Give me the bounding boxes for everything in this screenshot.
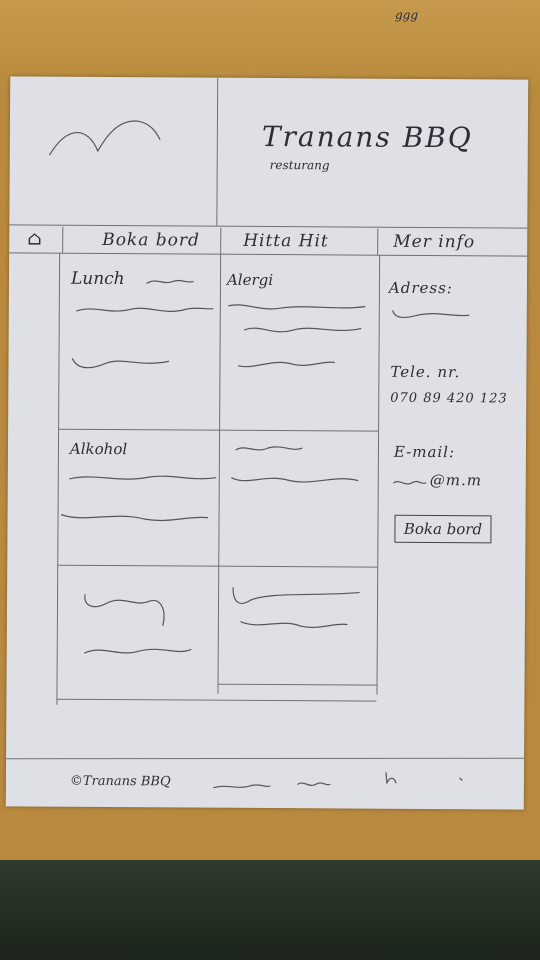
row3-right-scribble-1 bbox=[232, 587, 360, 604]
lunch-text-scribble-2 bbox=[71, 358, 170, 369]
floor bbox=[0, 860, 540, 960]
nav-divider-3 bbox=[377, 228, 379, 255]
address-scribble bbox=[392, 310, 470, 319]
nav-top-line bbox=[9, 224, 528, 229]
site-subtitle: resturang bbox=[269, 158, 330, 173]
book-table-button[interactable]: Boka bord bbox=[394, 514, 492, 544]
row3-left-scribble-2 bbox=[84, 648, 192, 654]
lunch-title-scribble bbox=[146, 279, 194, 284]
footer-line bbox=[6, 757, 525, 760]
grid-left-edge bbox=[56, 252, 61, 705]
logo-scribble bbox=[49, 120, 161, 156]
nav-mer-info[interactable]: Mer info bbox=[393, 232, 475, 253]
nav-divider-1 bbox=[62, 226, 64, 253]
site-title: Tranans BBQ bbox=[261, 119, 473, 155]
row3-right-scribble-2 bbox=[240, 621, 348, 628]
nav-divider-2 bbox=[220, 227, 222, 254]
allergy-text-scribble-3 bbox=[237, 361, 336, 368]
phone-value: 070 89 420 123 bbox=[390, 390, 508, 407]
address-label: Adress: bbox=[388, 278, 453, 298]
email-value: @m.m bbox=[429, 470, 483, 490]
wireframe-sheet: Tranans BBQ resturang ⌂ Boka bord Hitta … bbox=[5, 76, 529, 810]
grid-bottom-line-right bbox=[217, 683, 378, 686]
footer-scribble-4 bbox=[459, 777, 463, 781]
allergy-title: Alergi bbox=[226, 270, 274, 290]
row2-right-scribble-1 bbox=[235, 446, 303, 451]
footer-scribble-1 bbox=[213, 784, 271, 789]
row2-right-scribble-2 bbox=[231, 477, 359, 483]
header-divider bbox=[216, 77, 219, 226]
footer-scribble-3 bbox=[385, 772, 397, 785]
grid-right-edge bbox=[376, 254, 381, 695]
phone-label: Tele. nr. bbox=[390, 362, 461, 382]
alcohol-text-scribble-1 bbox=[69, 475, 217, 480]
lunch-text-scribble-1 bbox=[76, 307, 214, 312]
allergy-text-scribble-2 bbox=[244, 327, 362, 333]
lunch-title: Lunch bbox=[70, 268, 125, 290]
desk-mark: ggg bbox=[395, 8, 419, 22]
footer-copyright: ©Tranans BBQ bbox=[69, 773, 171, 790]
grid-mid-line bbox=[217, 253, 222, 694]
email-user-scribble bbox=[393, 480, 427, 485]
nav-bottom-line bbox=[9, 252, 528, 257]
grid-bottom-line bbox=[56, 698, 377, 702]
nav-hitta-hit[interactable]: Hitta Hit bbox=[243, 231, 329, 252]
grid-row-line-1 bbox=[58, 428, 379, 432]
home-icon[interactable]: ⌂ bbox=[27, 228, 42, 250]
allergy-text-scribble-1 bbox=[228, 304, 366, 310]
nav-boka-bord[interactable]: Boka bord bbox=[102, 230, 200, 251]
row3-left-scribble-1 bbox=[84, 594, 165, 626]
footer-scribble-2 bbox=[297, 782, 331, 787]
alcohol-title: Alkohol bbox=[69, 439, 128, 459]
alcohol-text-scribble-2 bbox=[60, 514, 209, 522]
email-label: E-mail: bbox=[393, 442, 456, 462]
